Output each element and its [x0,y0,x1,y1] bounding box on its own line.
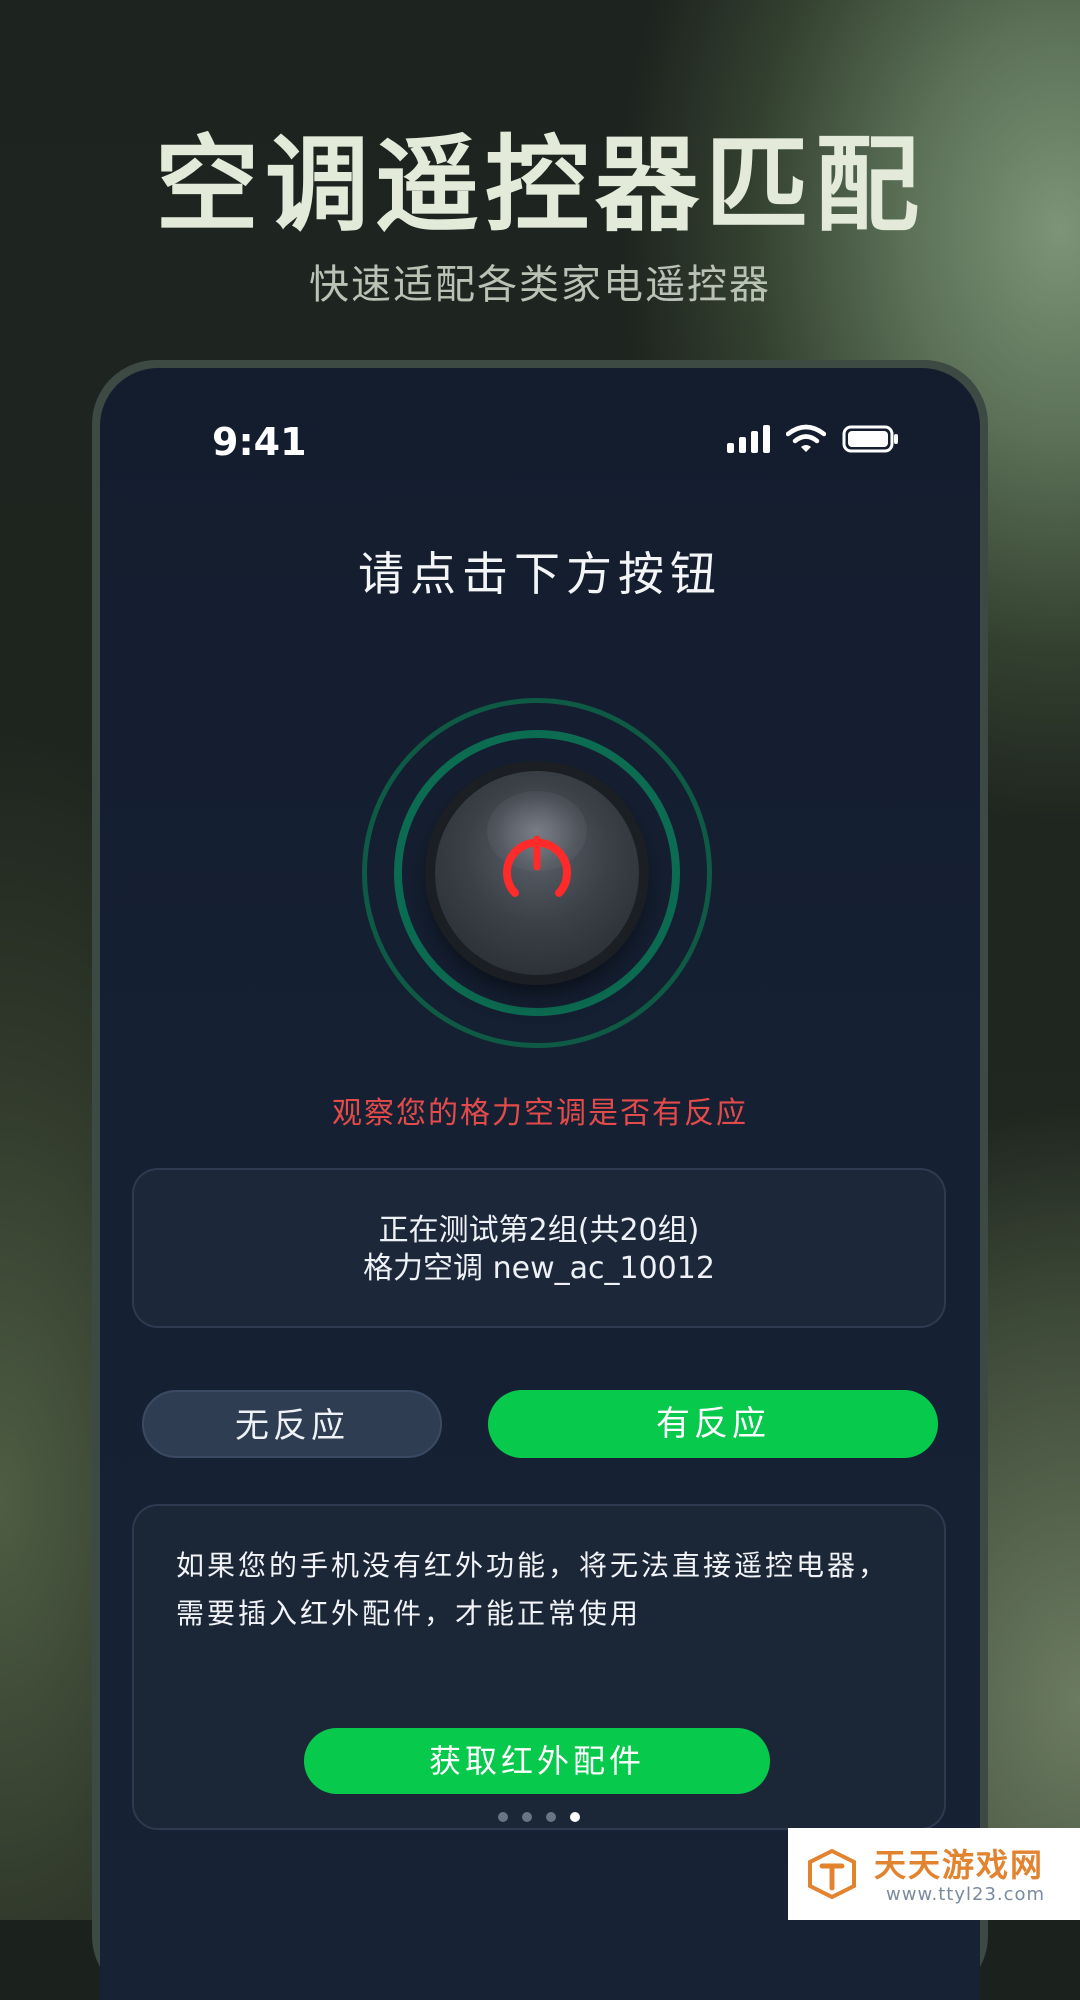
watermark-title: 天天游戏网 [874,1846,1045,1884]
notice-card: 如果您的手机没有红外功能，将无法直接遥控电器，需要插入红外配件，才能正常使用 获… [132,1504,946,1830]
battery-icon [842,425,898,453]
watermark: 天天游戏网 www.ttyl23.com [788,1828,1080,1920]
power-icon [503,835,571,897]
pagination-dot[interactable] [498,1812,508,1822]
test-progress-text: 正在测试第2组(共20组) [378,1213,700,1248]
wifi-icon [786,424,826,452]
pagination-dot[interactable] [546,1812,556,1822]
no-response-button[interactable]: 无反应 [142,1390,442,1458]
status-icons [727,424,900,454]
test-model-text: 格力空调 new_ac_10012 [363,1251,715,1286]
power-button-area [362,698,712,1048]
status-time: 9:41 [212,420,307,464]
watermark-logo-icon [808,1848,856,1900]
prompt-text: 请点击下方按钮 [358,547,722,601]
phone-screen: 9:41 请点击下方按钮 观察您的格力空调是否有反应 正在测试第2组(共20组)… [100,368,980,2000]
test-info-card: 正在测试第2组(共20组) 格力空调 new_ac_10012 [132,1168,946,1328]
observe-hint: 观察您的格力空调是否有反应 [332,1096,748,1131]
hero-title: 空调遥控器匹配 [154,124,925,246]
watermark-url: www.ttyl23.com [886,1884,1046,1905]
power-button[interactable] [435,771,639,975]
has-response-button[interactable]: 有反应 [488,1390,938,1458]
notice-text: 如果您的手机没有红外功能，将无法直接遥控电器，需要插入红外配件，才能正常使用 [176,1549,890,1630]
pagination-dots [134,1812,944,1822]
pagination-dot-active[interactable] [570,1812,580,1822]
phone-frame: 9:41 请点击下方按钮 观察您的格力空调是否有反应 正在测试第2组(共20组)… [92,360,988,2000]
signal-icon [727,425,770,453]
pagination-dot[interactable] [522,1812,532,1822]
hero-subtitle: 快速适配各类家电遥控器 [309,262,771,308]
get-ir-accessory-button[interactable]: 获取红外配件 [304,1728,770,1794]
